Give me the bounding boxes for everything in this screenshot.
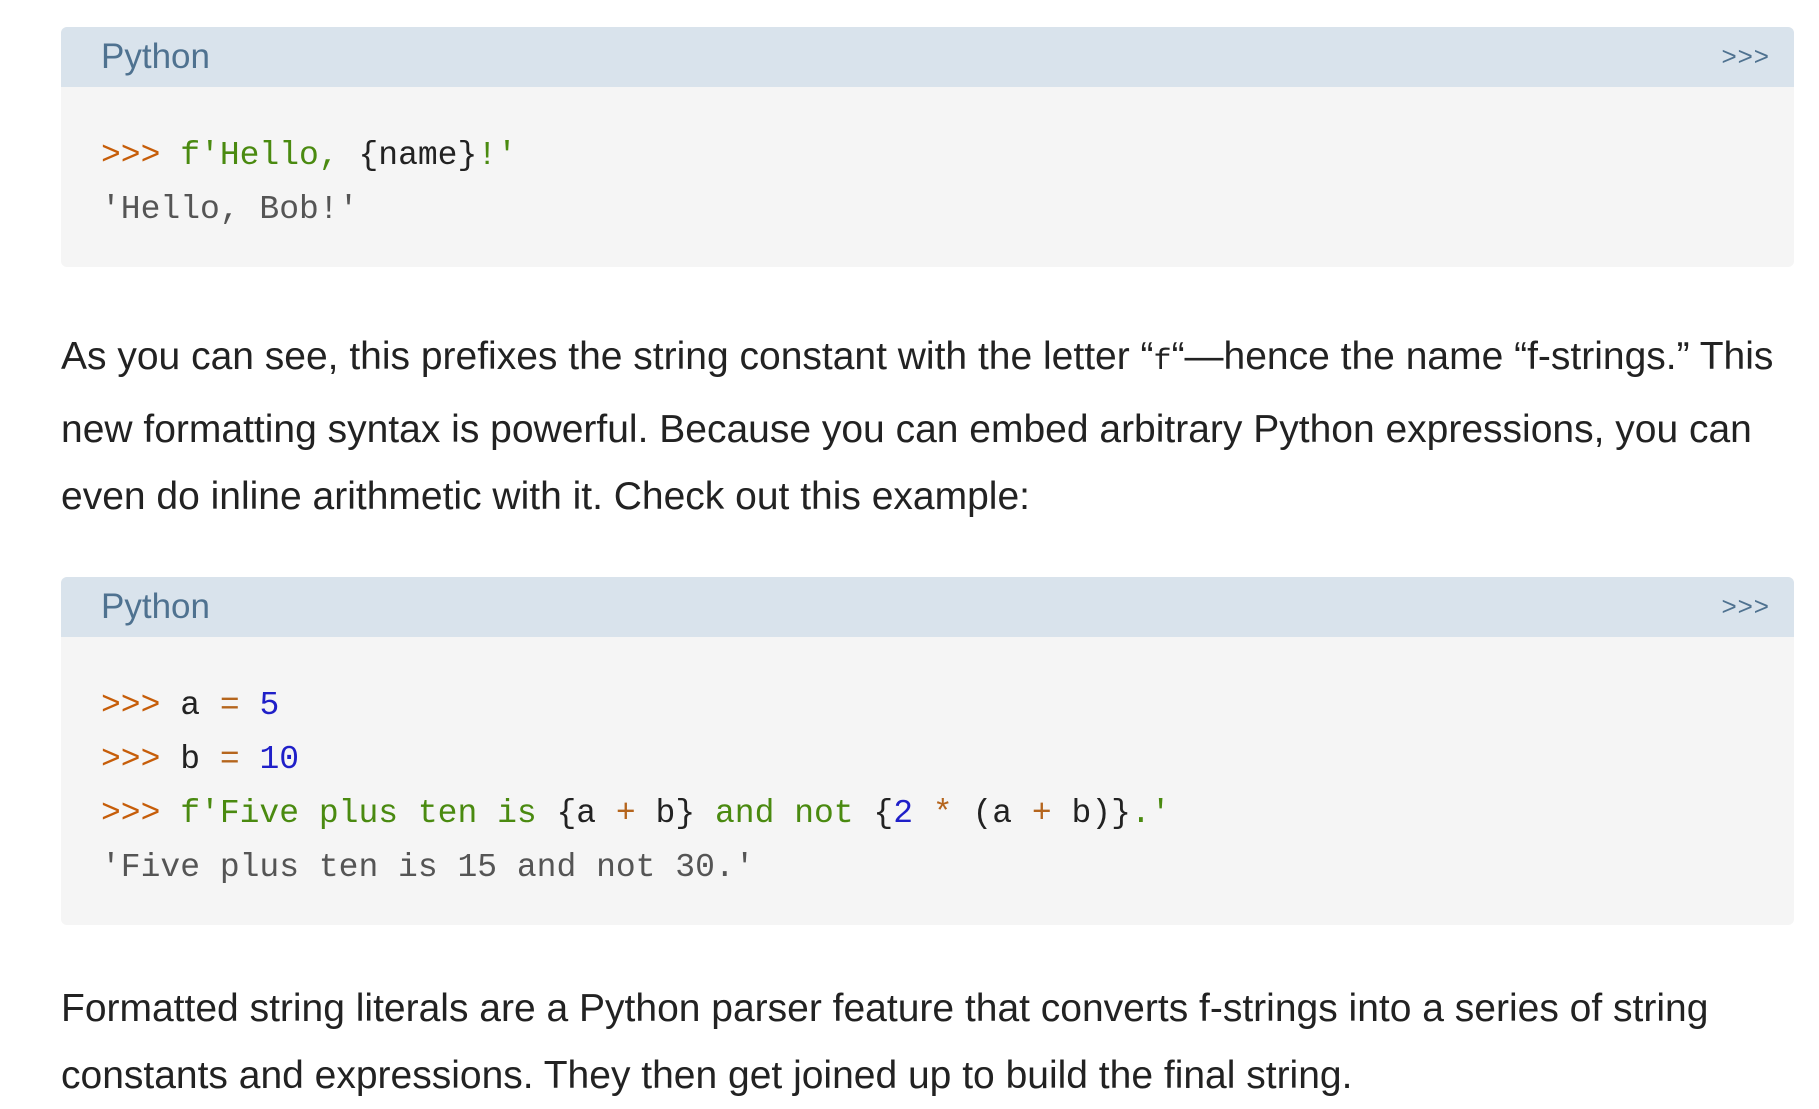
operator: =: [219, 741, 240, 778]
expression: b): [1071, 795, 1112, 832]
variable-name: a: [576, 795, 597, 832]
code-language-label: Python: [101, 587, 210, 626]
code-body: >>> f'Hello, {name}!' 'Hello, Bob!': [61, 87, 1794, 267]
code-body: >>> a = 5 >>> b = 10 >>> f'Five plus ten i…: [61, 637, 1794, 925]
variable-name: b: [180, 741, 201, 778]
toggle-prompt-button[interactable]: >>>: [1721, 591, 1770, 621]
string-literal: !': [477, 137, 517, 174]
operator: +: [615, 795, 636, 832]
article-content: Python >>> >>> f'Hello, {name}!' 'Hello, …: [61, 27, 1794, 1109]
code-block-1: Python >>> >>> f'Hello, {name}!' 'Hello, …: [61, 27, 1794, 267]
expression: (a: [972, 795, 1013, 832]
toggle-prompt-button[interactable]: >>>: [1721, 41, 1770, 71]
brace-open: {: [358, 137, 379, 174]
code-line: >>> a = 5: [101, 679, 1754, 733]
operator: *: [932, 795, 953, 832]
paragraph-text: As you can see, this prefixes the string…: [61, 335, 1154, 378]
repl-prompt: >>>: [101, 795, 181, 832]
operator: +: [1031, 795, 1052, 832]
repl-prompt: >>>: [101, 741, 181, 778]
number-literal: 2: [893, 795, 914, 832]
code-line: >>> b = 10: [101, 733, 1754, 787]
operator: =: [219, 687, 240, 724]
code-language-label: Python: [101, 37, 210, 76]
string-literal: .': [1130, 795, 1171, 832]
number-literal: 5: [259, 687, 280, 724]
code-block-header: Python >>>: [61, 27, 1794, 87]
brace-open: {: [873, 795, 894, 832]
inline-code: f: [1153, 345, 1172, 379]
string-literal: f'Hello,: [180, 137, 359, 174]
number-literal: 10: [259, 741, 300, 778]
paragraph-fstring-intro: As you can see, this prefixes the string…: [61, 323, 1794, 530]
brace-open: {: [556, 795, 577, 832]
code-line: >>> f'Hello, {name}!': [101, 129, 1754, 183]
repl-prompt: >>>: [101, 687, 181, 724]
brace-close: }: [675, 795, 696, 832]
string-literal: and not: [695, 795, 874, 832]
variable-name: a: [180, 687, 201, 724]
repl-output: 'Five plus ten is 15 and not 30.': [101, 849, 755, 886]
code-line: >>> f'Five plus ten is {a + b} and not {…: [101, 787, 1754, 841]
code-output-line: 'Five plus ten is 15 and not 30.': [101, 841, 1754, 895]
paragraph-fstring-explanation: Formatted string literals are a Python p…: [61, 987, 1709, 1097]
variable-name: name: [378, 137, 458, 174]
code-block-2: Python >>> >>> a = 5 >>> b = 10 >>> f'Five…: [61, 577, 1794, 925]
repl-output: 'Hello, Bob!': [101, 191, 359, 228]
code-output-line: 'Hello, Bob!': [101, 183, 1754, 237]
variable-name: b: [655, 795, 676, 832]
repl-prompt: >>>: [101, 137, 181, 174]
brace-close: }: [1111, 795, 1131, 832]
code-block-header: Python >>>: [61, 577, 1794, 637]
string-literal: f'Five plus ten is: [180, 795, 557, 832]
brace-close: }: [457, 137, 478, 174]
